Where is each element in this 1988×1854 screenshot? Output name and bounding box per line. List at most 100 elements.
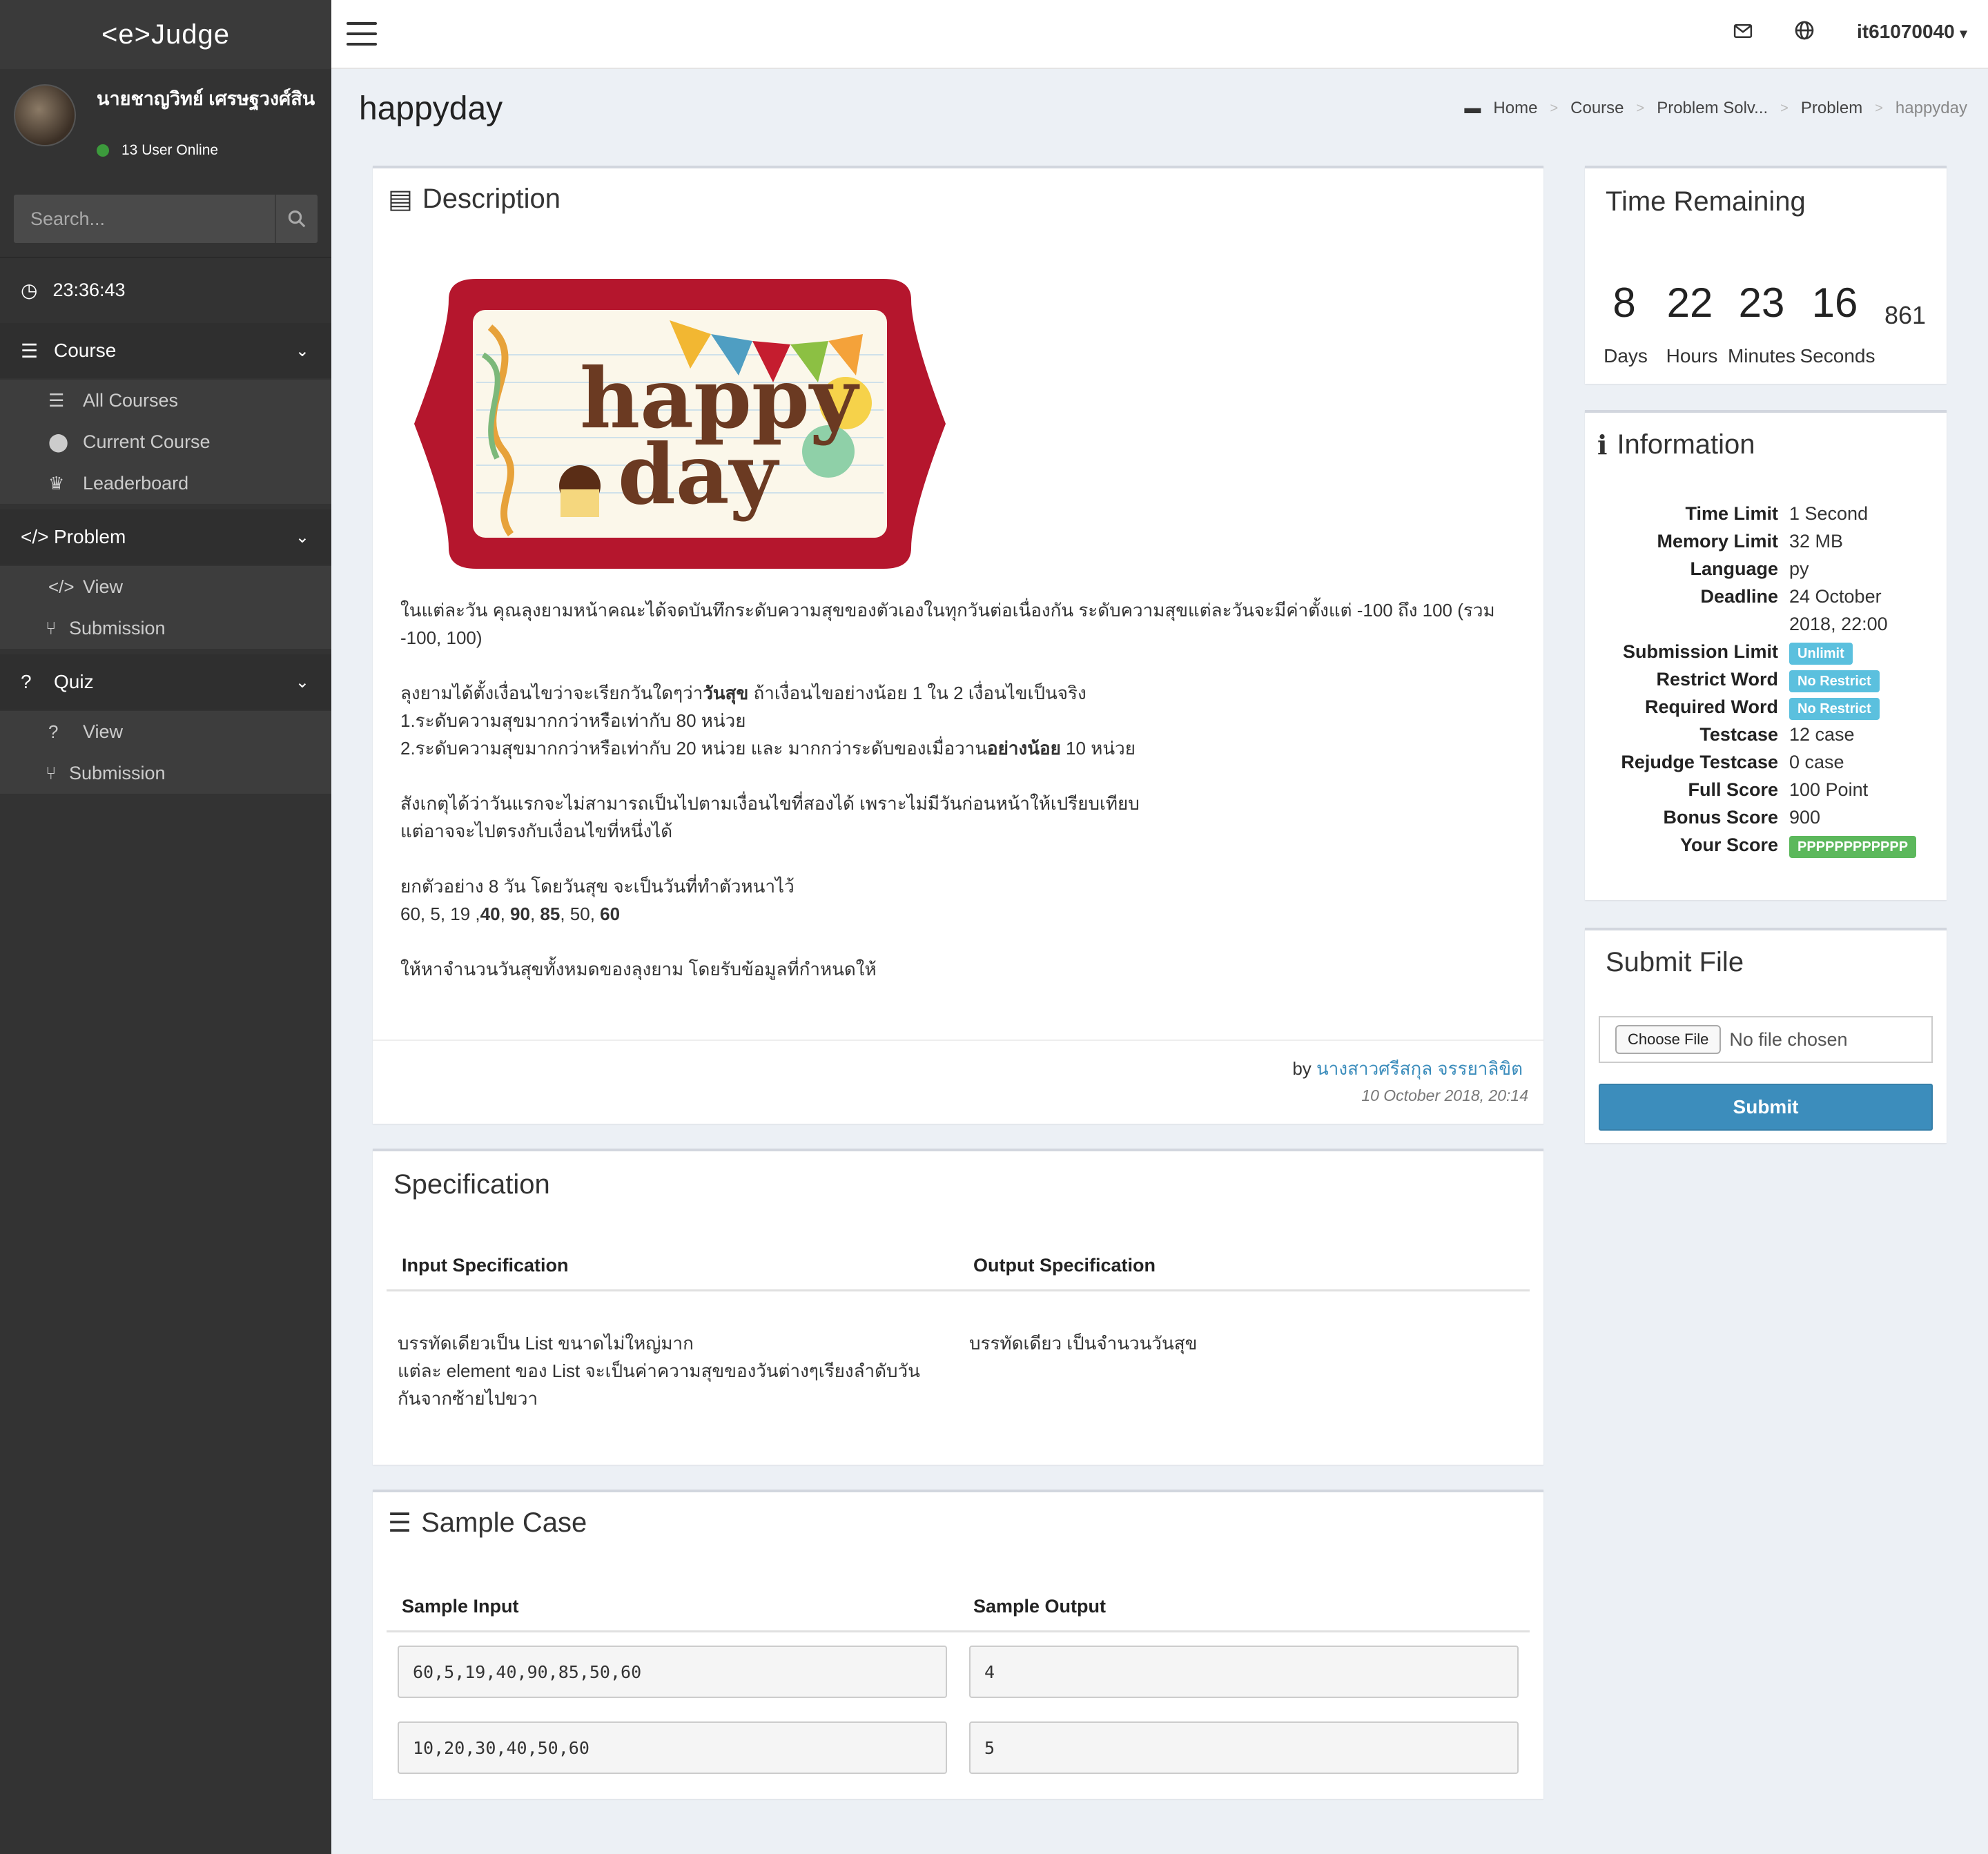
breadcrumb: ▬ Home > Course > Problem Solv... > Problem… — [1464, 99, 1967, 118]
sample-output-1[interactable]: 4 — [969, 1646, 1519, 1698]
nav-problem-view[interactable]: </> View — [0, 566, 331, 607]
sample-input-1[interactable]: 60,5,19,40,90,85,50,60 — [398, 1646, 947, 1698]
minutes-value: 23 — [1738, 280, 1785, 326]
desc-text: 10 หน่วย — [1060, 738, 1136, 759]
author-link[interactable]: นางสาวศรีสกุล จรรยาลิขิต — [1316, 1058, 1523, 1079]
list-check-icon: ☰ — [21, 340, 39, 362]
nav-quiz-submenu: ? View ⑂ Submission — [0, 711, 331, 794]
menu-toggle-icon[interactable] — [347, 22, 377, 46]
sample-case-title-text: Sample Case — [421, 1507, 587, 1538]
posted-date: 10 October 2018, 20:14 — [1361, 1086, 1528, 1104]
map-marker-icon: ⬤ — [48, 431, 69, 452]
desc-text: แต่อาจจะไปตรงกับเงื่อนไขที่หนึ่งได้ — [400, 821, 673, 841]
nav-problem[interactable]: </> Problem ⌄ — [0, 509, 331, 565]
by-label: by — [1292, 1058, 1312, 1079]
desc-text: , 50, — [560, 904, 601, 924]
desc-text: 2.ระดับความสุขมากกว่าหรือเท่ากับ 20 หน่ว… — [400, 738, 988, 759]
code-branch-icon: ⑂ — [46, 762, 57, 783]
choose-file-button[interactable]: Choose File — [1615, 1025, 1722, 1054]
search-button[interactable] — [275, 195, 318, 243]
description-title: ▤ Description — [388, 184, 561, 215]
divider — [373, 1040, 1543, 1041]
desc-text: ลุงยามได้ตั้งเงื่อนไขว่าจะเรียกวันใดๆว่า — [400, 683, 703, 703]
info-value: 0 case — [1789, 752, 1844, 772]
nav-quiz-view[interactable]: ? View — [0, 711, 331, 752]
information-box: i Information Time Limit 1 Second Memory … — [1585, 410, 1947, 900]
mail-icon[interactable] — [1733, 21, 1753, 48]
nav-quiz-submission[interactable]: ⑂ Submission — [0, 752, 331, 794]
chevron-down-icon: ⌄ — [295, 527, 309, 547]
minutes-label: Minutes — [1727, 345, 1796, 367]
info-key: Rejudge Testcase — [1621, 752, 1778, 772]
breadcrumb-home[interactable]: Home — [1493, 99, 1537, 118]
desc-text: , — [529, 904, 540, 924]
seconds-label: Seconds — [1800, 345, 1875, 367]
info-value: py — [1789, 558, 1809, 579]
description-paragraph-5: ให้หาจำนวนวันสุขทั้งหมดของลุงยาม โดยรับข… — [400, 959, 877, 979]
breadcrumb-separator: > — [1550, 100, 1559, 116]
status-badge: No Restrict — [1789, 670, 1880, 692]
output-spec-text: บรรทัดเดียว เป็นจำนวนวันสุข — [969, 1333, 1198, 1354]
spec-line: กันจากซ้ายไปขวา — [398, 1388, 538, 1409]
nav-course[interactable]: ☰ Course ⌄ — [0, 323, 331, 378]
info-key: Bonus Score — [1663, 807, 1778, 828]
specification-box: Specification Input Specification Output… — [373, 1149, 1543, 1465]
submit-button[interactable]: Submit — [1599, 1084, 1933, 1131]
globe-icon[interactable] — [1793, 19, 1815, 48]
submit-file-title: Submit File — [1606, 947, 1744, 977]
sample-output-header: Sample Output — [973, 1596, 1107, 1617]
file-input[interactable]: Choose File No file chosen — [1599, 1016, 1933, 1063]
info-key: Language — [1690, 558, 1778, 579]
status-badge: Unlimit — [1789, 643, 1853, 665]
breadcrumb-problem-solving[interactable]: Problem Solv... — [1657, 99, 1768, 118]
brand-logo[interactable]: <e>Judge — [0, 0, 331, 69]
info-key: Restrict Word — [1656, 669, 1778, 690]
sample-case-box: ☰ Sample Case Sample Input Sample Output… — [373, 1490, 1543, 1799]
status-badge: No Restrict — [1789, 698, 1880, 720]
nav-quiz[interactable]: ? Quiz ⌄ — [0, 654, 331, 710]
desc-text: , — [500, 904, 511, 924]
nav-current-course[interactable]: ⬤ Current Course — [0, 421, 331, 462]
info-value: 12 case — [1789, 724, 1855, 745]
search-input[interactable] — [14, 195, 275, 243]
nav-all-courses[interactable]: ☰ All Courses — [0, 380, 331, 421]
info-value: 24 October — [1789, 586, 1882, 607]
breadcrumb-current: happyday — [1895, 99, 1967, 117]
breadcrumb-separator: > — [1780, 100, 1789, 116]
desc-bold: 90 — [510, 904, 530, 924]
breadcrumb-problem[interactable]: Problem — [1801, 99, 1862, 118]
hours-value: 22 — [1666, 280, 1713, 326]
user-dropdown[interactable]: it61070040 ▾ — [1857, 21, 1967, 43]
info-value: 100 Point — [1789, 779, 1869, 800]
user-panel: นายชาญวิทย์ เศรษฐวงศ์สิน — [0, 69, 331, 186]
breadcrumb-course[interactable]: Course — [1570, 99, 1624, 118]
sidebar: <e>Judge นายชาญวิทย์ เศรษฐวงศ์สิน 13 Use… — [0, 0, 331, 1854]
clock-icon: ◷ — [21, 279, 38, 301]
online-dot-icon — [97, 144, 109, 157]
info-key: Time Limit — [1685, 503, 1778, 524]
sample-output-2[interactable]: 5 — [969, 1721, 1519, 1774]
desc-bold: 85 — [540, 904, 561, 924]
information-title: i Information — [1597, 429, 1755, 460]
nav-leaderboard[interactable]: ♛ Leaderboard — [0, 462, 331, 504]
description-paragraph-2: ลุงยามได้ตั้งเงื่อนไขว่าจะเรียกวันใดๆว่า… — [400, 679, 1532, 762]
nav-problem-submission[interactable]: ⑂ Submission — [0, 607, 331, 649]
server-clock: ◷ 23:36:43 — [0, 262, 331, 318]
code-branch-icon: ⑂ — [46, 617, 57, 638]
description-paragraph-1: ในแต่ละวัน คุณลุงยามหน้าคณะได้จดบันทึกระ… — [400, 600, 1495, 648]
countdown-ms: 861 — [1884, 301, 1927, 329]
nav-leaderboard-label: Leaderboard — [83, 472, 189, 494]
time-remaining-box: Time Remaining 8 22 23 16 861 Days Hours… — [1585, 166, 1947, 384]
countdown-hours: 22 — [1662, 279, 1717, 326]
nav-current-course-label: Current Course — [83, 431, 211, 452]
desc-text: สังเกตุได้ว่าวันแรกจะไม่สามารถเป็นไปตามเ… — [400, 793, 1140, 814]
submit-file-box: Submit File Choose File No file chosen S… — [1585, 928, 1947, 1143]
folder-icon: ▬ — [1464, 99, 1481, 117]
info-icon: i — [1597, 429, 1608, 460]
nav-problem-label: Problem — [54, 526, 126, 547]
sample-input-2[interactable]: 10,20,30,40,50,60 — [398, 1721, 947, 1774]
info-key: Your Score — [1679, 835, 1778, 855]
breadcrumb-separator: > — [1636, 100, 1645, 116]
topbar: it61070040 ▾ — [331, 0, 1988, 69]
trophy-icon: ♛ — [48, 472, 65, 494]
